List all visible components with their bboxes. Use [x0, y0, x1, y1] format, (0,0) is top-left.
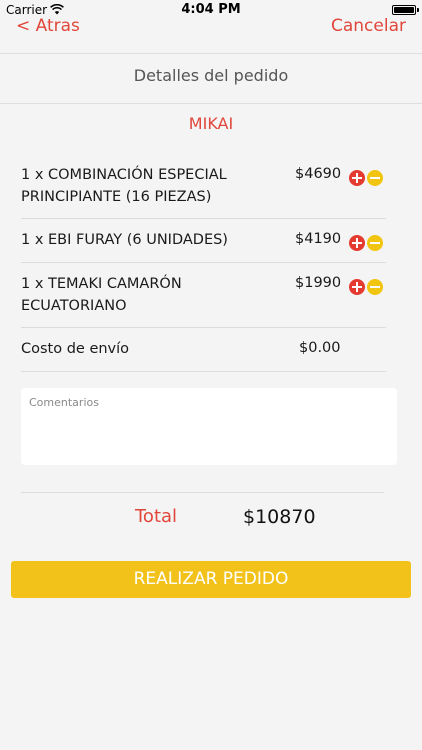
cancel-button[interactable]: Cancelar: [331, 16, 406, 36]
order-item-row: 1 x COMBINACIÓN ESPECIAL PRINCIPIANTE (1…: [21, 154, 386, 219]
title-divider: [0, 103, 422, 104]
comments-field[interactable]: Comentarios: [21, 388, 397, 465]
order-item-row: 1 x TEMAKI CAMARÓN ECUATORIANO $1990: [21, 263, 386, 328]
place-order-button[interactable]: REALIZAR PEDIDO: [11, 561, 411, 598]
quantity-controls: [349, 279, 385, 295]
order-item-name: 1 x TEMAKI CAMARÓN ECUATORIANO: [21, 276, 182, 314]
order-item-row: 1 x EBI FURAY (6 UNIDADES) $4190: [21, 219, 386, 263]
battery-icon: [392, 5, 419, 15]
shipping-price: $0.00: [299, 340, 341, 356]
total-value: $10870: [243, 506, 316, 528]
order-item-price: $4190: [295, 231, 342, 247]
restaurant-name: MIKAI: [188, 114, 234, 133]
total-label: Total: [135, 506, 178, 527]
total-divider: [21, 492, 384, 493]
status-time: 4:04 PM: [181, 2, 241, 17]
minus-icon[interactable]: [367, 170, 383, 186]
quantity-controls: [349, 170, 385, 186]
shipping-row: Costo de envío $0.00: [21, 328, 386, 372]
page-title: Detalles del pedido: [133, 66, 289, 85]
minus-icon[interactable]: [367, 235, 383, 251]
order-item-name: 1 x EBI FURAY (6 UNIDADES): [21, 232, 228, 248]
order-item-name: 1 x COMBINACIÓN ESPECIAL PRINCIPIANTE (1…: [21, 167, 227, 205]
minus-icon[interactable]: [367, 279, 383, 295]
order-item-price: $1990: [295, 275, 342, 291]
order-items-list: 1 x COMBINACIÓN ESPECIAL PRINCIPIANTE (1…: [21, 154, 386, 372]
quantity-controls: [349, 235, 385, 251]
plus-icon[interactable]: [349, 170, 365, 186]
back-button[interactable]: < Atras: [16, 16, 80, 36]
shipping-label: Costo de envío: [21, 341, 130, 357]
plus-icon[interactable]: [349, 235, 365, 251]
order-item-price: $4690: [295, 166, 342, 182]
plus-icon[interactable]: [349, 279, 365, 295]
comments-placeholder: Comentarios: [29, 396, 99, 409]
nav-divider: [0, 53, 422, 54]
